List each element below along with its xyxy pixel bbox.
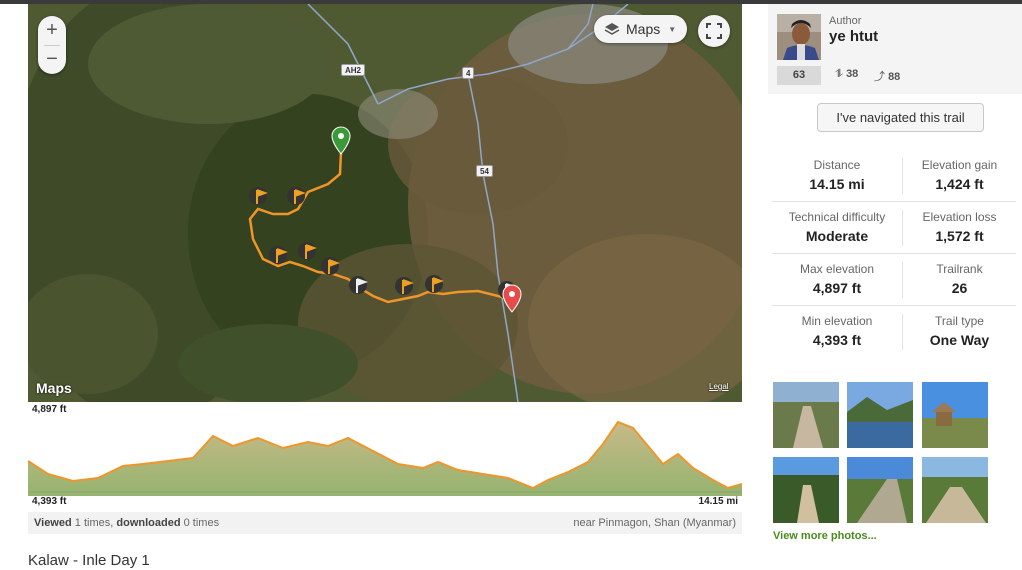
author-trails-count: ⥮ 38 [835,68,858,81]
trail-stats-bar: Viewed 1 times, downloaded 0 times near … [28,512,742,534]
downloaded-count: 0 [183,517,190,529]
trail-icon: ⥮ [835,68,843,80]
stat-label: Distance [813,158,861,172]
stat-trail-type: Trail type One Way [903,314,1016,348]
trail-title: Kalaw - Inle Day 1 [28,552,150,569]
waypoint-layer [249,126,522,313]
photo-hut [922,382,988,448]
stat-label: Elevation loss [922,210,997,224]
view-count-text: Viewed 1 times, downloaded 0 times [34,517,219,529]
divider [902,314,903,350]
zoom-out-button[interactable]: − [38,45,66,74]
elevation-profile: 4,897 ft 4,393 ft 14.15 mi [28,402,742,512]
divider [902,210,903,246]
stat-technical-difficulty: Technical difficulty Moderate [772,210,902,244]
waypoint-flag-icon [269,246,288,264]
waypoint-flag-icon [425,275,444,293]
photo-forest-path [773,457,839,523]
follower-icon: ⤴ [874,71,885,83]
viewed-label: Viewed [34,517,72,529]
author-name[interactable]: ye htut [829,28,878,45]
trail-photo[interactable] [773,382,839,448]
trail-photo[interactable] [922,457,988,523]
trail-photo[interactable] [847,457,913,523]
stat-label: Min elevation [801,314,873,328]
legal-link[interactable]: Legal [709,382,729,391]
author-rank-badge: 63 [777,66,821,85]
author-followers-count: ⤴ 88 [874,68,900,84]
zoom-in-button[interactable]: + [38,16,66,45]
downloaded-label: downloaded [116,517,181,529]
trail-photo[interactable] [922,382,988,448]
waypoint-flag-icon [249,187,268,205]
times-label: times, [83,517,114,529]
stat-min-elevation: Min elevation 4,393 ft [772,314,902,348]
stat-label: Elevation gain [921,158,998,172]
zoom-separator [44,45,60,46]
stat-value: Moderate [805,228,869,244]
stat-value: 1,424 ft [935,176,984,192]
zoom-control: + − [38,16,66,74]
attribution-text: Maps [36,380,72,396]
max-elevation-label: 4,897 ft [32,404,67,415]
stat-value: 14.15 mi [809,176,865,192]
start-marker-icon [331,126,351,155]
stat-value: 4,393 ft [812,332,862,348]
stat-value: 4,897 ft [812,280,862,296]
map-attribution: Maps [36,380,72,396]
end-marker-icon [502,284,522,313]
photo-open-road [922,457,988,523]
stat-label: Trailrank [936,262,983,276]
divider [902,158,903,194]
author-card: Author ye htut 63 ⥮ 38 ⤴ 88 [768,4,1022,94]
trail-photo[interactable] [847,382,913,448]
min-elevation-label: 4,393 ft [32,496,67,507]
waypoint-flag-icon [349,276,368,294]
waypoint-flag-icon [321,257,340,275]
stat-value: 1,572 ft [935,228,984,244]
stat-value: 26 [951,280,968,296]
stat-trailrank: Trailrank 26 [903,262,1016,296]
trail-map[interactable]: AH2 4 54 + − Maps ▼ Maps Legal [28,4,742,402]
stat-label: Technical difficulty [788,210,886,224]
stat-label: Trail type [935,314,984,328]
divider [772,305,1016,306]
divider [772,201,1016,202]
total-distance-label: 14.15 mi [698,496,738,507]
view-more-photos-link[interactable]: View more photos... [773,530,877,542]
fullscreen-icon [706,23,722,39]
trail-photo[interactable] [773,457,839,523]
avatar-image [777,14,821,60]
waypoint-flag-icon [298,242,317,260]
viewed-count: 1 [74,517,81,529]
divider [772,253,1016,254]
stat-value: One Way [929,332,990,348]
photo-rail-track [847,457,913,523]
waypoint-flag-icon [287,187,306,205]
followers-count-value: 88 [888,71,901,83]
fullscreen-button[interactable] [698,15,730,47]
trails-count-value: 38 [846,68,859,80]
layers-icon [604,23,620,35]
avatar[interactable] [777,14,821,60]
divider [902,262,903,298]
author-label: Author [829,15,862,27]
location-text: near Pinmagon, Shan (Myanmar) [573,517,736,529]
stat-elevation-gain: Elevation gain 1,424 ft [903,158,1016,192]
stat-label: Max elevation [799,262,875,276]
map-type-label: Maps [626,21,661,37]
stat-elevation-loss: Elevation loss 1,572 ft [903,210,1016,244]
navigated-trail-button[interactable]: I've navigated this trail [817,103,984,132]
stat-max-elevation: Max elevation 4,897 ft [772,262,902,296]
photo-lake [847,382,913,448]
waypoint-flag-icon [395,277,414,295]
stat-distance: Distance 14.15 mi [772,158,902,192]
chevron-down-icon: ▼ [668,24,677,34]
map-type-selector[interactable]: Maps ▼ [594,15,687,43]
photo-dirt-road [773,382,839,448]
elevation-chart [28,420,742,496]
times-label: times [192,517,220,529]
